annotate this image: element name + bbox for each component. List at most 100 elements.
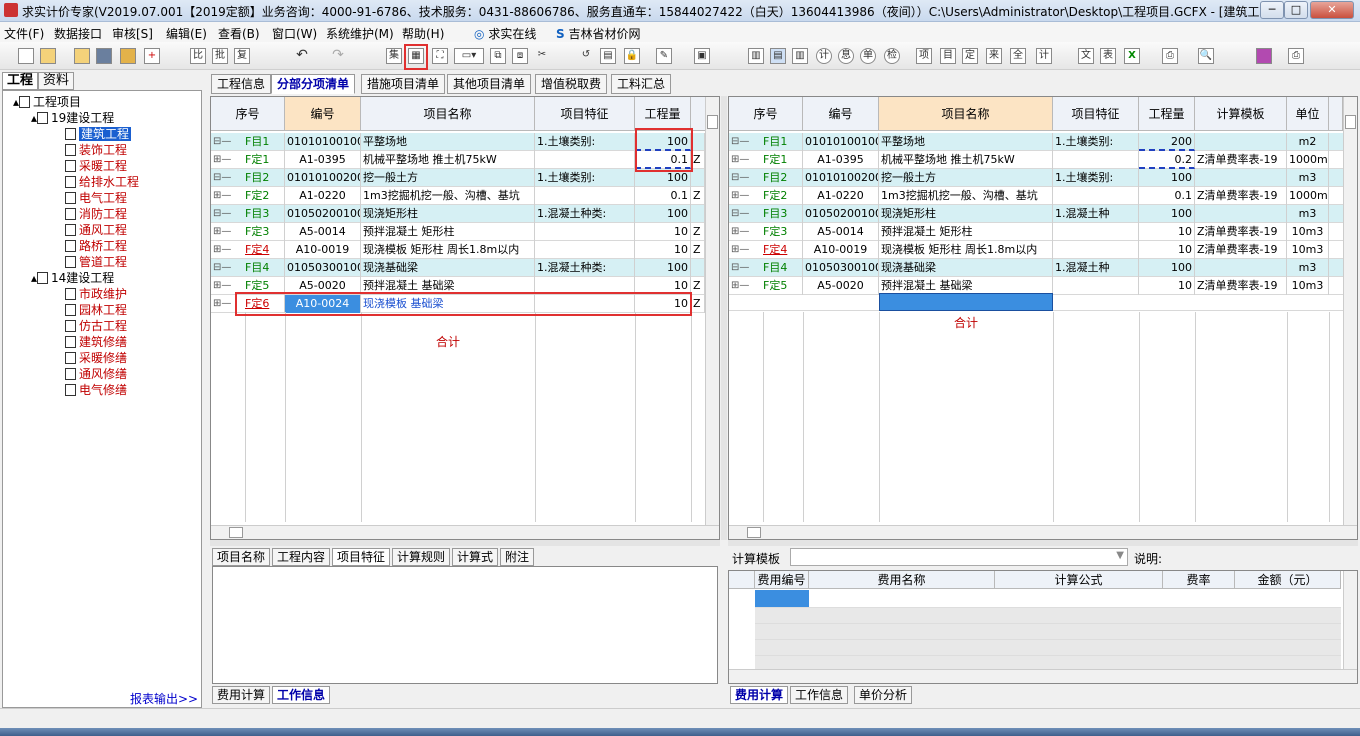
collapse-icon[interactable]: ⊟— (731, 205, 749, 223)
table-row-empty[interactable] (729, 293, 1343, 311)
cell-quantity[interactable]: 0.1 (1139, 187, 1195, 205)
scroll-thumb[interactable] (707, 115, 718, 129)
tree-item-vent-repair[interactable]: 通风修缮 (65, 367, 127, 382)
book-icon[interactable] (1256, 48, 1272, 64)
tree-item-decoration[interactable]: 装饰工程 (65, 143, 127, 158)
tree-item-garden[interactable]: 园林工程 (65, 303, 127, 318)
cell-quantity[interactable]: 10 (1139, 241, 1195, 259)
col-header-unit[interactable]: 单位 (1287, 97, 1329, 131)
table-row[interactable]: F定2 A1-0220 1m3挖掘机挖一般、沟槽、基坑 0.1 Z ⊞— (211, 187, 705, 205)
cell-unit[interactable]: 1000m3 (1287, 187, 1329, 205)
cell-code[interactable]: A5-0014 (285, 223, 361, 241)
cell-quantity[interactable]: 100 (1139, 169, 1195, 187)
tab-fee-calc[interactable]: 费用计算 (212, 686, 271, 704)
tree-item-antique[interactable]: 仿古工程 (65, 319, 127, 334)
tree-item-plumbing[interactable]: 给排水工程 (65, 175, 139, 190)
scroll-thumb[interactable] (1345, 115, 1356, 129)
cell-code[interactable]: 01010100100 (803, 133, 879, 151)
save-icon[interactable] (96, 48, 112, 64)
cell-feature[interactable] (535, 241, 635, 259)
paste-icon[interactable]: ⧈ (512, 48, 528, 64)
menu-help[interactable]: 帮助(H) (402, 25, 444, 42)
cell-quantity[interactable]: 10 (635, 223, 691, 241)
cell-code[interactable]: 01050300100 (285, 259, 361, 277)
tab-calc-rules[interactable]: 计算规则 (392, 548, 451, 566)
cell-name[interactable]: 1m3挖掘机挖一般、沟槽、基坑 (361, 187, 535, 205)
cell-quantity[interactable]: 200 (1139, 133, 1195, 151)
tree-item-electrical[interactable]: 电气工程 (65, 191, 127, 206)
cell-name[interactable]: 现浇矩形柱 (361, 205, 535, 223)
collapse-icon[interactable]: ⊟— (213, 169, 231, 187)
cell-feature[interactable]: 1.混凝土种 (1053, 205, 1139, 223)
expand-icon[interactable]: ⊞— (213, 223, 231, 241)
collapse-icon[interactable]: ⊟— (213, 259, 231, 277)
table-row[interactable]: F目1 01010100100 平整场地 1.土壤类别: 100 ⊟— (211, 133, 705, 151)
menu-file[interactable]: 文件(F) (4, 25, 44, 42)
cell-extra[interactable] (691, 205, 705, 223)
col-header-seq[interactable]: 序号 (211, 97, 285, 131)
menu-price-site[interactable]: S 吉林省材价网 (556, 25, 641, 42)
cell-code[interactable]: 01050200100 (803, 205, 879, 223)
cell-name[interactable]: 现浇矩形柱 (879, 205, 1053, 223)
cell-name[interactable]: 平整场地 (361, 133, 535, 151)
source-letter-icon[interactable]: 来 (986, 48, 1002, 64)
col-header-seq[interactable]: 序号 (729, 97, 803, 131)
expand-icon[interactable]: ⊞— (213, 241, 231, 259)
tab-measures[interactable]: 措施项目清单 (361, 74, 446, 94)
tab-work-info-right[interactable]: 工作信息 (790, 686, 849, 704)
cell-feature[interactable]: 1.土壤类别: (535, 133, 635, 151)
cell-feature[interactable]: 1.土壤类别: (535, 169, 635, 187)
col-header-fee-name[interactable]: 费用名称 (809, 571, 995, 589)
cell-feature[interactable] (1053, 241, 1139, 259)
cell-name[interactable]: 平整场地 (879, 133, 1053, 151)
tab-fee-calc-right[interactable]: 费用计算 (730, 686, 789, 704)
horizontal-splitter[interactable] (210, 540, 720, 546)
collapse-icon[interactable]: ⊟— (731, 169, 749, 187)
table-row[interactable]: F定4 A10-0019 现浇模板 矩形柱 周长1.8m以内 10 Z清单费率表-19 1… (729, 241, 1343, 259)
cell-name[interactable]: 挖一般土方 (361, 169, 535, 187)
cell-feature[interactable]: 1.土壤类别: (1053, 169, 1139, 187)
undo-icon[interactable]: ↶ (294, 48, 310, 64)
tree-item-building-repair[interactable]: 建筑修缮 (65, 335, 127, 350)
horizontal-scrollbar[interactable] (211, 525, 719, 539)
calc-letter-icon[interactable]: 计 (816, 48, 832, 64)
quota-letter-icon[interactable]: 定 (962, 48, 978, 64)
item-letter-icon[interactable]: 项 (916, 48, 932, 64)
cell-code[interactable]: 01050200100 (285, 205, 361, 223)
collapse-icon[interactable]: ⊟— (731, 259, 749, 277)
table-row[interactable]: F目2 01010100200 挖一般土方 1.土壤类别: 100 m3 ⊟— (729, 169, 1343, 187)
copy-icon[interactable]: ⧉ (490, 48, 506, 64)
cell-code[interactable]: A10-0019 (803, 241, 879, 259)
layout-bottom-icon[interactable]: ▤ (770, 48, 786, 64)
table-row[interactable]: F目3 01050200100 现浇矩形柱 1.混凝土种类: 100 ⊟— (211, 205, 705, 223)
table-row[interactable]: F定2 A1-0220 1m3挖掘机挖一般、沟槽、基坑 0.1 Z清单费率表-19 100… (729, 187, 1343, 205)
cell-template[interactable] (1195, 259, 1287, 277)
col-header-quantity[interactable]: 工程量 (635, 97, 691, 131)
collapse-icon[interactable]: ⊟— (213, 133, 231, 151)
table-row[interactable]: F目4 01050300100 现浇基础梁 1.混凝土种类: 100 ⊟— (211, 259, 705, 277)
tab-work-content[interactable]: 工程内容 (272, 548, 331, 566)
tab-vat[interactable]: 增值税取费 (535, 74, 608, 94)
redo-icon[interactable]: ↷ (330, 48, 346, 64)
cut-icon[interactable]: ✂ (534, 48, 550, 64)
pen-icon[interactable]: ✎ (656, 48, 672, 64)
tab-item-name[interactable]: 项目名称 (212, 548, 271, 566)
cell-feature[interactable] (1053, 151, 1139, 169)
menu-view[interactable]: 查看(B) (218, 25, 260, 42)
cell-template[interactable] (1195, 169, 1287, 187)
cell-template[interactable]: Z清单费率表-19 (1195, 223, 1287, 241)
tree-item-fire[interactable]: 消防工程 (65, 207, 127, 222)
collect-icon[interactable]: 集 (386, 48, 402, 64)
print-icon[interactable]: ⎙ (1162, 48, 1178, 64)
menu-review[interactable]: 审核[S] (112, 25, 153, 42)
layout-left-icon[interactable]: ▥ (748, 48, 764, 64)
unit-letter-icon[interactable]: 单 (860, 48, 876, 64)
layout-right-icon[interactable]: ▥ (792, 48, 808, 64)
scroll-thumb[interactable] (747, 527, 761, 538)
expand-icon[interactable]: ⊞— (731, 241, 749, 259)
cell-unit[interactable]: 10m3 (1287, 223, 1329, 241)
cell-unit[interactable]: m3 (1287, 205, 1329, 223)
expand-icon[interactable]: ⊞— (213, 295, 231, 313)
col-header-amount[interactable]: 金额（元） (1235, 571, 1341, 589)
cell-name[interactable]: 预拌混凝土 矩形柱 (361, 223, 535, 241)
